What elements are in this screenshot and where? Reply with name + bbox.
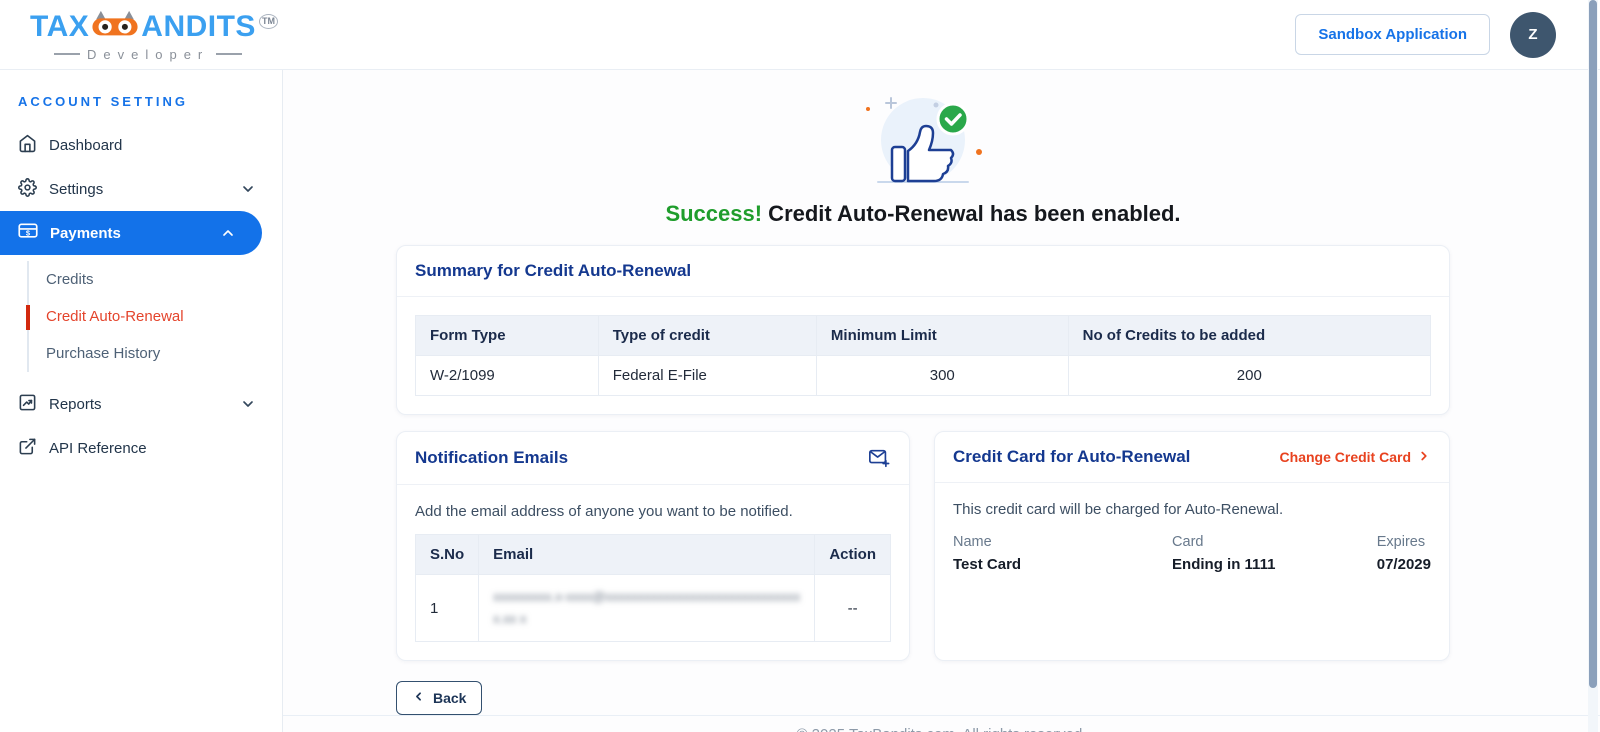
scrollbar-track	[1588, 0, 1598, 732]
summary-cell-type-of-credit: Federal E-File	[597, 355, 817, 396]
gear-icon	[18, 177, 37, 201]
success-prefix: Success!	[665, 201, 763, 226]
sidebar-subitem-credit-auto-renewal[interactable]: Credit Auto-Renewal	[26, 298, 282, 335]
sidebar-subitem-purchase-history[interactable]: Purchase History	[29, 335, 282, 372]
summary-cell-form-type: W-2/1099	[415, 355, 599, 396]
logo-subtitle: Developer	[87, 46, 210, 62]
payments-subnav: Credits Credit Auto-Renewal Purchase His…	[26, 261, 282, 372]
summary-table: Form Type Type of credit Minimum Limit N…	[415, 315, 1432, 396]
notification-emails-card: Notification Emails Add the email addres…	[396, 431, 910, 662]
owl-mask-icon	[90, 9, 140, 45]
sidebar-subitem-credits[interactable]: Credits	[29, 261, 282, 298]
success-message: Credit Auto-Renewal has been enabled.	[762, 201, 1181, 226]
sidebar-item-label: Reports	[49, 395, 102, 413]
change-credit-card-label: Change Credit Card	[1279, 449, 1411, 465]
notif-cell-sno: 1	[414, 573, 480, 643]
cc-field-name: Name Test Card	[953, 534, 1159, 573]
main-content: Success! Credit Auto-Renewal has been en…	[283, 70, 1600, 732]
summary-col-credits-added: No of Credits to be added	[1067, 315, 1432, 356]
summary-col-form-type: Form Type	[415, 315, 599, 356]
credit-card-panel-title: Credit Card for Auto-Renewal	[953, 447, 1191, 466]
credit-card-panel: Credit Card for Auto-Renewal Change Cred…	[934, 431, 1450, 662]
back-button[interactable]: Back	[396, 681, 483, 716]
cc-field-expires-label: Expires	[1376, 534, 1426, 550]
footer-text: © 2025 TaxBandits.com. All rights reserv…	[283, 716, 1600, 732]
credit-card-fields: Name Test Card Card Ending in 1111 Expir…	[953, 534, 1431, 573]
sidebar: ACCOUNT SETTING Dashboard Settings $ Pay…	[0, 70, 283, 732]
app-window: TAX ANDITS TM Developer Sandbox Applicat…	[0, 0, 1600, 732]
user-avatar[interactable]: Z	[1510, 11, 1556, 58]
trademark-badge: TM	[258, 14, 278, 29]
logo-dash-left	[54, 53, 80, 55]
sidebar-item-label: Dashboard	[49, 136, 123, 154]
success-block: Success! Credit Auto-Renewal has been en…	[396, 90, 1450, 227]
back-button-label: Back	[433, 690, 467, 707]
cc-field-name-label: Name	[953, 534, 992, 550]
credit-card-description: This credit card will be charged for Aut…	[953, 501, 1284, 518]
logo-text-tax: TAX	[30, 9, 90, 43]
cc-field-card-label: Card	[1172, 534, 1204, 550]
sidebar-item-api-reference[interactable]: API Reference	[0, 426, 282, 470]
logo-dash-right	[216, 53, 243, 55]
notif-cell-action: --	[814, 573, 891, 643]
cc-field-card: Card Ending in 1111	[1172, 534, 1363, 573]
sidebar-item-payments[interactable]: $ Payments	[0, 211, 262, 255]
chevron-down-icon	[240, 396, 256, 412]
sidebar-item-settings[interactable]: Settings	[0, 167, 282, 211]
sidebar-item-label: Settings	[49, 180, 104, 198]
success-heading: Success! Credit Auto-Renewal has been en…	[396, 201, 1450, 227]
notification-emails-title: Notification Emails	[415, 448, 569, 467]
summary-card-title: Summary for Credit Auto-Renewal	[415, 261, 692, 280]
cc-field-card-value: Ending in 1111	[1172, 556, 1276, 573]
sidebar-item-reports[interactable]: Reports	[0, 382, 282, 426]
cc-field-expires: Expires 07/2029	[1377, 534, 1431, 573]
notification-email-row: 1 xxxxxxxxx.x-xxxx@xxxxxxxxxxxxxxxxxxxxx…	[414, 573, 891, 643]
change-credit-card-link[interactable]: Change Credit Card	[1280, 449, 1431, 466]
summary-col-minimum-limit: Minimum Limit	[815, 315, 1069, 356]
cc-field-expires-value: 07/2029	[1376, 556, 1431, 573]
notif-col-action: Action	[814, 534, 891, 575]
notification-emails-description: Add the email address of anyone you want…	[415, 503, 793, 520]
summary-card: Summary for Credit Auto-Renewal Form Typ…	[396, 245, 1450, 415]
logo-text-andits: ANDITS	[141, 9, 256, 43]
taxbandits-logo[interactable]: TAX ANDITS TM Developer	[30, 9, 278, 61]
cc-field-name-value: Test Card	[953, 556, 1022, 573]
chevron-left-icon	[412, 690, 425, 706]
external-link-icon	[18, 437, 37, 460]
sidebar-item-dashboard[interactable]: Dashboard	[0, 123, 282, 167]
notif-col-sno: S.No	[414, 534, 480, 575]
summary-table-row: W-2/1099 Federal E-File 300 200	[415, 355, 1432, 396]
chevron-right-icon	[1417, 449, 1431, 466]
sidebar-section-title: ACCOUNT SETTING	[18, 94, 188, 109]
home-icon	[18, 134, 37, 157]
redacted-email-value: xxxxxxxxx.x-xxxx@xxxxxxxxxxxxxxxxxxxxxxx…	[493, 589, 801, 627]
chevron-down-icon	[240, 181, 256, 197]
thumbs-up-success-illustration	[844, 97, 1002, 194]
chevron-up-icon	[220, 225, 236, 241]
summary-cell-minimum-limit: 300	[815, 355, 1069, 396]
credit-card-icon: $	[18, 221, 38, 245]
mail-plus-icon[interactable]	[867, 447, 891, 469]
notification-emails-table: S.No Email Action 1 xxxxxxxxx.x-xxxx@xxx…	[414, 534, 891, 643]
sidebar-item-label: API Reference	[49, 439, 147, 457]
footer: © 2025 TaxBandits.com. All rights reserv…	[283, 715, 1600, 732]
chart-icon	[18, 393, 37, 416]
scrollbar-thumb[interactable]	[1589, 0, 1597, 688]
summary-col-type-of-credit: Type of credit	[597, 315, 817, 356]
sidebar-item-label: Payments	[50, 224, 121, 242]
top-bar: TAX ANDITS TM Developer Sandbox Applicat…	[0, 0, 1600, 70]
summary-cell-credits-added: 200	[1067, 355, 1432, 396]
sandbox-application-button[interactable]: Sandbox Application	[1295, 14, 1490, 55]
notif-col-email: Email	[478, 534, 816, 575]
